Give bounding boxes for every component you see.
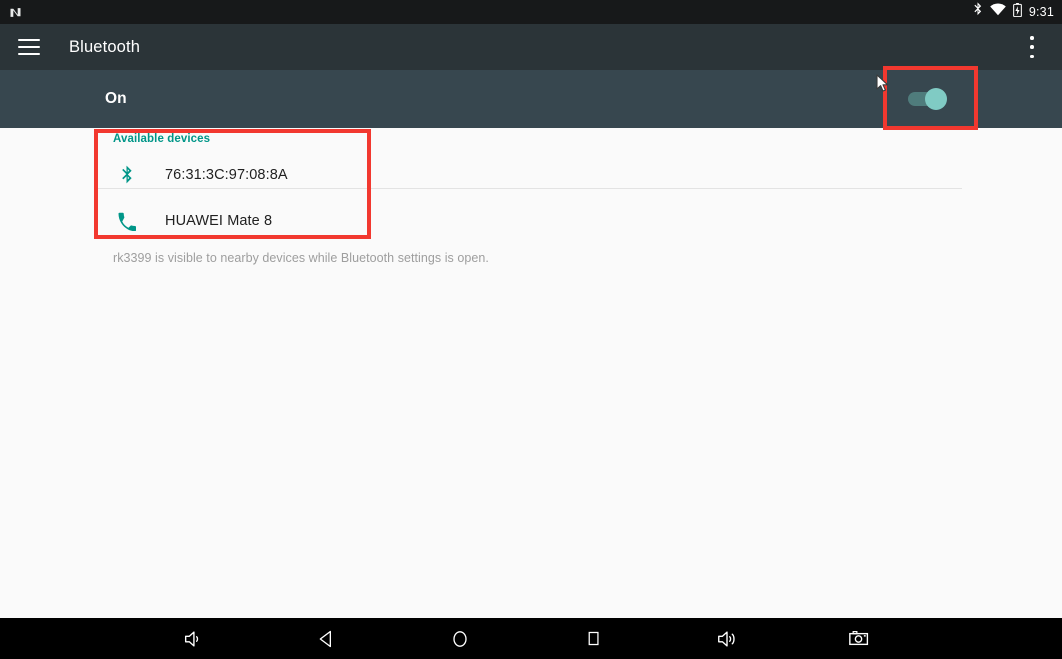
toggle-thumb[interactable]: [925, 88, 947, 110]
list-divider: [95, 188, 962, 189]
bluetooth-toggle-switch[interactable]: [908, 86, 958, 112]
wifi-status-icon: [990, 3, 1006, 21]
hamburger-menu-icon[interactable]: [18, 39, 40, 55]
android-n-logo-icon: [8, 5, 23, 20]
android-bluetooth-settings-screen: 9:31 Bluetooth On Available devices 76:3…: [0, 0, 1062, 659]
status-bar-clock: 9:31: [1028, 4, 1054, 19]
phone-device-icon: [113, 212, 139, 231]
list-item[interactable]: 76:31:3C:97:08:8A: [0, 152, 1062, 198]
status-bar-right: 9:31: [972, 2, 1054, 22]
visibility-note: rk3399 is visible to nearby devices whil…: [113, 251, 489, 265]
screenshot-camera-icon[interactable]: [828, 618, 892, 659]
navigation-bar: [0, 618, 1062, 659]
volume-up-icon[interactable]: [695, 618, 759, 659]
overflow-menu-icon[interactable]: [1024, 36, 1040, 58]
action-bar: Bluetooth: [0, 24, 1062, 70]
bluetooth-switch-bar[interactable]: On: [0, 70, 1062, 128]
page-title: Bluetooth: [69, 37, 141, 56]
bluetooth-state-label: On: [105, 90, 127, 107]
device-name: 76:31:3C:97:08:8A: [165, 167, 288, 183]
status-bar: 9:31: [0, 0, 1062, 24]
bluetooth-device-icon: [113, 165, 139, 186]
available-devices-header: Available devices: [113, 133, 211, 145]
back-icon[interactable]: [295, 618, 359, 659]
devices-content-area: Available devices 76:31:3C:97:08:8A HUAW…: [0, 128, 1062, 618]
recents-icon[interactable]: [561, 618, 625, 659]
device-name: HUAWEI Mate 8: [165, 213, 273, 229]
home-icon[interactable]: [428, 618, 492, 659]
list-item[interactable]: HUAWEI Mate 8: [0, 198, 1062, 244]
bluetooth-status-icon: [972, 2, 983, 22]
status-bar-left: [8, 5, 23, 20]
volume-down-icon[interactable]: [161, 618, 225, 659]
battery-status-icon: [1012, 2, 1022, 22]
